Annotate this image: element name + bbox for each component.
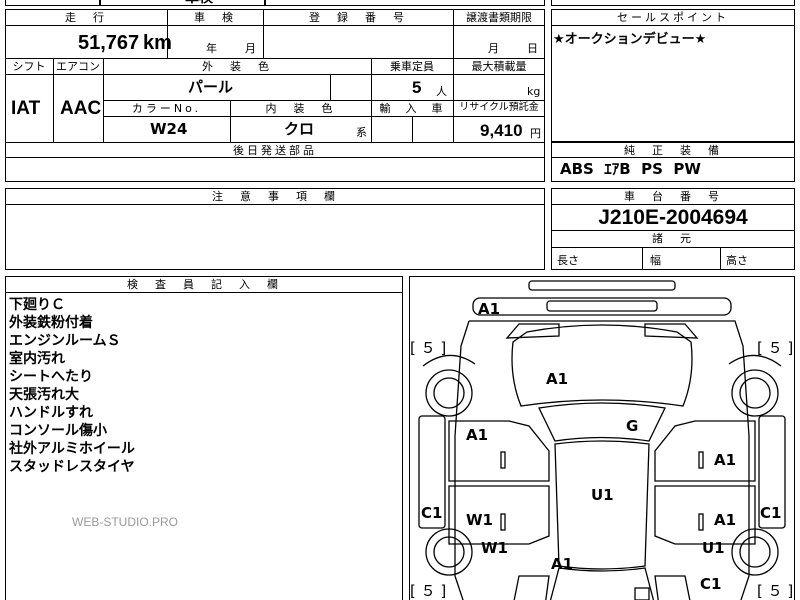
equipment-value: ABS ｴｱB PS PW (560, 160, 701, 178)
mark-right-quarter: U1 (702, 539, 725, 557)
note-item: 社外アルミホイール (9, 441, 135, 457)
inspector-header: 検 査 員 記 入 欄 (127, 278, 281, 291)
note-item: スタッドレスタイヤ (9, 459, 135, 475)
mark-left-front-door: A1 (466, 426, 489, 444)
interior-color-suffix: 系 (356, 126, 367, 139)
note-item: 外装鉄粉付着 (9, 315, 93, 331)
mark-hood: A1 (546, 370, 569, 388)
equipment-header: 純 正 装 備 (624, 144, 722, 157)
transfer-day-unit: 日 (527, 42, 538, 55)
top-strip-cell-far (551, 0, 795, 6)
capacity-header: 乗車定員 (390, 60, 434, 73)
tread-fr: [ ５ ] (757, 339, 794, 357)
mark-rear-bumper: C1 (700, 575, 722, 593)
mileage-header: 走 行 (65, 11, 107, 24)
note-item: コンソール傷小 (9, 423, 107, 439)
inspection-header: 車 検 (194, 11, 236, 24)
transfer-month-unit: 月 (488, 42, 499, 55)
mark-right-rear-door: A1 (714, 511, 737, 529)
top-strip-text: 車検 (185, 0, 213, 5)
parts-header: 後日発送部品 (233, 144, 317, 157)
transfer-header: 譲渡書類期限 (466, 11, 532, 24)
wheel-fr (731, 369, 779, 417)
left-door-front (448, 420, 550, 482)
mark-left-rear-door: W1 (466, 511, 493, 529)
exterior-color-header: 外 装 色 (202, 60, 272, 73)
recycle-value: 9,410 (480, 121, 523, 140)
mark-right-front-door: A1 (714, 451, 737, 469)
mileage-value: 51,767 (78, 32, 140, 54)
inspection-month-unit: 月 (245, 42, 256, 55)
top-strip-cell-right (265, 0, 545, 6)
cautions-header: 注 意 事 項 欄 (212, 190, 338, 203)
tread-rl: [ ５ ] (410, 582, 447, 600)
tread-fl: [ ５ ] (410, 339, 447, 357)
note-item: エンジンルームＳ (9, 333, 121, 349)
import-header: 輸 入 車 (379, 102, 445, 115)
chassis-header: 車 台 番 号 (624, 190, 722, 203)
mark-left-quarter: W1 (481, 539, 508, 557)
capacity-unit: 人 (436, 85, 447, 98)
watermark: WEB-STUDIO.PRO (72, 515, 179, 529)
note-item: 室内汚れ (9, 351, 65, 367)
mark-roof: G (626, 417, 639, 435)
mark-trunk: A1 (551, 555, 574, 573)
mileage-unit: km (143, 32, 172, 54)
capacity-value: 5 (412, 78, 422, 97)
dimensions-length: 長さ (557, 254, 579, 267)
tread-rr: [ ５ ] (757, 582, 794, 600)
dimensions-height: 高さ (726, 254, 748, 267)
top-strip-cell-mid (100, 0, 265, 6)
dimensions-width: 幅 (650, 254, 661, 267)
inspector-notes: 下廻りＣ 外装鉄粉付着 エンジンルームＳ 室内汚れ シートへたり 天張汚れ大 ハ… (9, 296, 135, 476)
mark-right-fender-front: C1 (760, 504, 782, 522)
mark-left-fender-front: C1 (421, 504, 443, 522)
aircon-value: AAC (60, 98, 102, 119)
shift-value: IAT (11, 98, 41, 119)
mark-center: U1 (591, 486, 614, 504)
recycle-header: リサイクル預託金 (459, 102, 539, 113)
sales-point-box (551, 9, 795, 142)
max-load-header: 最大積載量 (471, 60, 527, 73)
right-door-front (654, 420, 756, 482)
sales-point-text: ★オークションデビュー★ (553, 32, 707, 47)
chassis-value: J210E-2004694 (598, 206, 748, 229)
body-outline (454, 320, 750, 600)
color-no-value: W24 (150, 120, 188, 138)
aircon-header: エアコン (56, 60, 100, 73)
max-load-unit: kg (527, 85, 541, 98)
color-no-header: カラーNo. (131, 102, 202, 115)
shift-header: シフト (12, 60, 46, 73)
roof (554, 440, 650, 570)
mark-front-bumper: A1 (478, 300, 501, 318)
recycle-unit: 円 (530, 127, 541, 140)
note-item: 下廻りＣ (9, 297, 65, 313)
interior-color-value: クロ (284, 120, 315, 138)
dimensions-header: 諸 元 (652, 232, 694, 245)
registration-header: 登 録 番 号 (309, 11, 407, 24)
sales-point-header: セールスポイント (617, 11, 729, 24)
note-item: 天張汚れ大 (9, 387, 79, 403)
front-bumper-top (528, 280, 676, 291)
exterior-color-value: パール (188, 78, 234, 96)
top-strip-cell-left (5, 0, 100, 6)
note-item: ハンドルすれ (9, 405, 93, 421)
interior-color-header: 内 装 色 (265, 102, 336, 115)
wheel-fl (425, 369, 473, 417)
windshield (538, 402, 666, 442)
note-item: シートへたり (9, 369, 93, 385)
inspection-year-unit: 年 (206, 42, 217, 55)
